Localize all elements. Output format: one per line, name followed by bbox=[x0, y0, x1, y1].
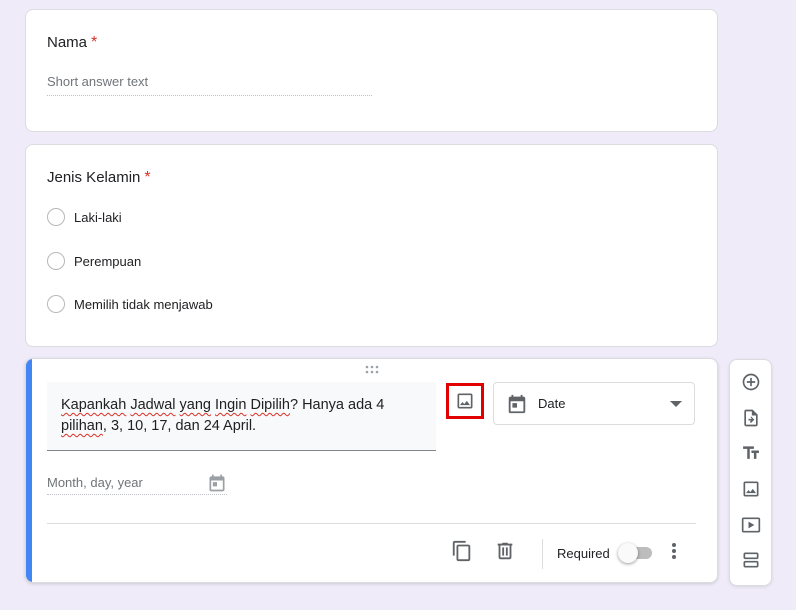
question-word: Kapankah bbox=[61, 397, 127, 413]
question-title: Nama * bbox=[47, 34, 97, 52]
question-word: Jadwal bbox=[130, 397, 176, 413]
question-title-text: Jenis Kelamin bbox=[47, 169, 141, 186]
question-card-nama[interactable]: Nama * Short answer text bbox=[25, 9, 718, 132]
toggle-knob bbox=[618, 543, 638, 563]
question-word: Dipilih bbox=[250, 397, 290, 413]
footer-vertical-divider bbox=[542, 539, 543, 569]
radio-option[interactable]: Perempuan bbox=[47, 252, 141, 270]
radio-button[interactable] bbox=[47, 252, 65, 270]
calendar-icon bbox=[508, 394, 526, 413]
import-icon bbox=[744, 409, 758, 427]
title-text-icon bbox=[743, 446, 759, 459]
question-card-gender[interactable]: Jenis Kelamin * Laki-laki Perempuan Memil… bbox=[25, 144, 718, 347]
add-image-toolbar-button[interactable] bbox=[740, 478, 762, 500]
more-options-button[interactable] bbox=[664, 539, 684, 563]
question-word: Ingin bbox=[215, 397, 247, 413]
delete-button[interactable] bbox=[493, 539, 517, 563]
calendar-icon bbox=[209, 474, 225, 491]
add-circle-icon bbox=[742, 373, 760, 391]
required-toggle[interactable] bbox=[618, 543, 654, 563]
add-image-button[interactable] bbox=[446, 383, 484, 419]
section-icon bbox=[743, 552, 759, 568]
radio-option[interactable]: Memilih tidak menjawab bbox=[47, 295, 213, 313]
trash-icon bbox=[497, 542, 513, 560]
video-icon bbox=[741, 517, 761, 533]
radio-button[interactable] bbox=[47, 295, 65, 313]
copy-icon bbox=[452, 540, 471, 562]
image-icon bbox=[457, 393, 473, 409]
add-section-button[interactable] bbox=[740, 549, 762, 571]
question-type-label: Date bbox=[538, 396, 566, 411]
side-toolbar bbox=[729, 359, 772, 586]
add-title-button[interactable] bbox=[740, 442, 762, 464]
question-word: yang bbox=[179, 397, 211, 413]
radio-option-label: Memilih tidak menjawab bbox=[74, 296, 213, 312]
question-word: , 3, 10, 17, dan 24 April. bbox=[102, 418, 257, 434]
required-asterisk: * bbox=[91, 34, 98, 51]
more-vert-icon bbox=[672, 543, 676, 559]
question-title-text: Nama bbox=[47, 34, 88, 51]
short-answer-input[interactable]: Short answer text bbox=[47, 74, 372, 96]
image-icon bbox=[743, 481, 759, 497]
question-word: pilihan bbox=[61, 418, 103, 434]
footer-divider bbox=[47, 523, 696, 524]
dropdown-arrow-icon bbox=[670, 400, 682, 407]
required-asterisk: * bbox=[144, 169, 151, 186]
add-question-button[interactable] bbox=[740, 371, 762, 393]
active-card-accent bbox=[26, 359, 32, 582]
date-placeholder: Month, day, year bbox=[47, 475, 143, 490]
question-title: Jenis Kelamin * bbox=[47, 169, 151, 187]
add-video-button[interactable] bbox=[740, 514, 762, 536]
required-label: Required bbox=[557, 546, 610, 561]
radio-option[interactable]: Laki-laki bbox=[47, 208, 122, 226]
question-title-input[interactable]: Kapankah Jadwal yang Ingin Dipilih? Hany… bbox=[47, 382, 436, 451]
duplicate-button[interactable] bbox=[450, 539, 474, 563]
radio-option-label: Perempuan bbox=[74, 253, 142, 269]
radio-button[interactable] bbox=[47, 208, 65, 226]
question-card-date-active[interactable]: Kapankah Jadwal yang Ingin Dipilih? Hany… bbox=[25, 358, 718, 583]
radio-option-label: Laki-laki bbox=[74, 209, 122, 225]
drag-handle-icon[interactable] bbox=[364, 365, 380, 375]
import-questions-button[interactable] bbox=[740, 407, 762, 429]
date-answer-preview: Month, day, year bbox=[47, 471, 227, 495]
question-type-select[interactable]: Date bbox=[493, 382, 695, 425]
question-word: ? Hanya ada 4 bbox=[289, 397, 385, 413]
